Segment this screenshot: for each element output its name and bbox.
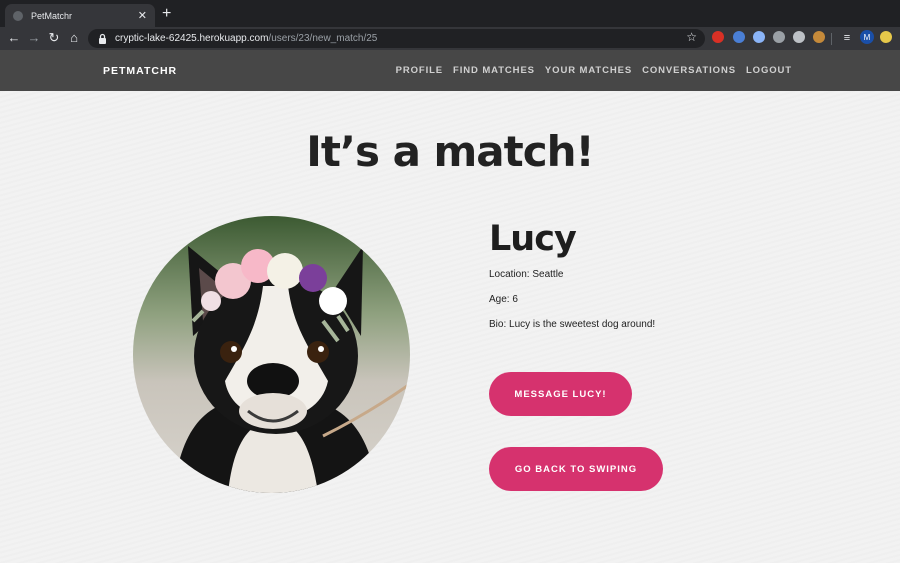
star-icon[interactable]: ☆ (686, 30, 697, 44)
dog-illustration (133, 216, 410, 493)
favicon-icon (13, 10, 23, 21)
pet-bio: Bio: Lucy is the sweetest dog around! (489, 319, 656, 330)
nav-logout[interactable]: LOGOUT (746, 65, 792, 76)
browser-tab[interactable]: PetMatchr ✕ (5, 4, 155, 27)
back-icon[interactable]: ← (6, 30, 22, 46)
extension-icon[interactable] (813, 31, 825, 43)
extension-icon[interactable] (753, 31, 765, 43)
nav-your-matches[interactable]: YOUR MATCHES (545, 65, 632, 76)
message-pet-button[interactable]: MESSAGE LUCY! (489, 372, 632, 416)
close-tab-icon[interactable]: ✕ (138, 9, 147, 22)
tab-title: PetMatchr (31, 10, 73, 21)
url-path: /users/23/new_match/25 (268, 33, 378, 44)
nav-profile[interactable]: PROFILE (396, 65, 443, 76)
browser-toolbar: ← → ↻ ⌂ cryptic-lake-62425.herokuapp.com… (0, 27, 900, 50)
toolbar-divider (831, 33, 832, 45)
pet-location: Location: Seattle (489, 269, 564, 280)
extension-icon[interactable] (773, 31, 785, 43)
extension-icon[interactable] (712, 31, 724, 43)
lock-icon (99, 33, 106, 44)
nav-links: PROFILE FIND MATCHES YOUR MATCHES CONVER… (386, 65, 792, 76)
back-to-swiping-button[interactable]: GO BACK TO SWIPING (489, 447, 663, 491)
site-brand[interactable]: PETMATCHR (103, 65, 177, 77)
site-navbar: PETMATCHR PROFILE FIND MATCHES YOUR MATC… (0, 50, 900, 91)
address-bar[interactable]: cryptic-lake-62425.herokuapp.com/users/2… (88, 29, 705, 48)
nav-find-matches[interactable]: FIND MATCHES (453, 65, 535, 76)
pet-age: Age: 6 (489, 294, 518, 305)
main-content: It’s a match! Lucy Location: Seattle Age… (0, 91, 900, 563)
profile-avatar[interactable]: M (860, 30, 874, 44)
new-tab-button[interactable]: + (162, 6, 171, 22)
page-title: It’s a match! (306, 127, 594, 176)
pet-name: Lucy (489, 219, 577, 259)
extension-icon[interactable] (793, 31, 805, 43)
forward-icon[interactable]: → (26, 30, 42, 46)
home-icon[interactable]: ⌂ (66, 30, 82, 46)
extension-icon[interactable] (733, 31, 745, 43)
media-icon[interactable]: ≡ (839, 30, 855, 46)
reload-icon[interactable]: ↻ (46, 30, 62, 46)
pet-photo (133, 216, 410, 493)
extension-icon[interactable] (880, 31, 892, 43)
nav-conversations[interactable]: CONVERSATIONS (642, 65, 736, 76)
url-host: cryptic-lake-62425.herokuapp.com (115, 33, 269, 44)
browser-tabstrip: PetMatchr ✕ + (0, 0, 900, 27)
